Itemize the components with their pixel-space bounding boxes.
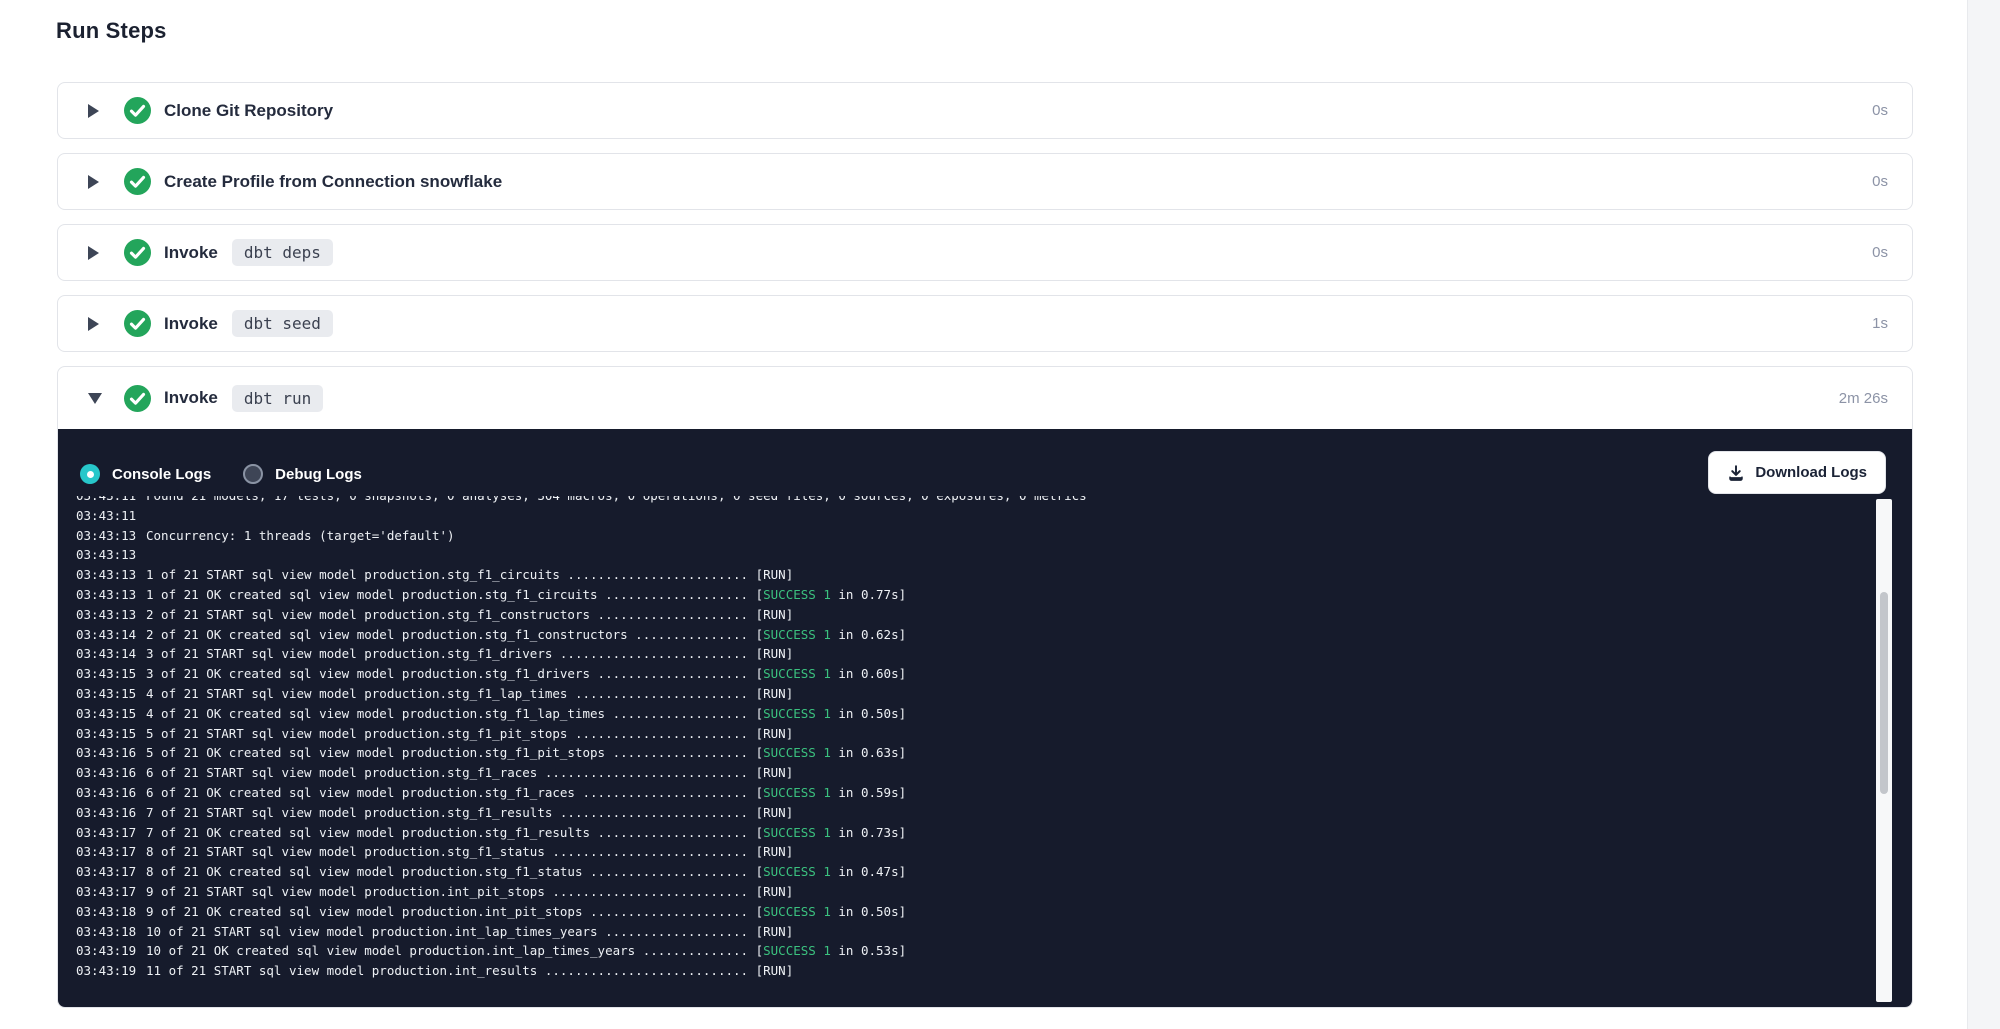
step-label: Clone Git Repository: [164, 101, 333, 121]
step-label: Create Profile from Connection snowflake: [164, 172, 502, 192]
chevron-right-icon[interactable]: [88, 316, 102, 332]
log-line: 03:43:177 of 21 OK created sql view mode…: [76, 823, 1886, 843]
step-label: Invoke: [164, 314, 218, 334]
right-panel-edge: [1967, 0, 2000, 1029]
step-card-dbt-run: Invoke dbt run 2m 26s Console Logs Debug…: [57, 366, 1913, 1008]
chevron-right-icon[interactable]: [88, 103, 102, 119]
log-line: 03:43:154 of 21 OK created sql view mode…: [76, 704, 1886, 724]
log-line: 03:43:165 of 21 OK created sql view mode…: [76, 743, 1886, 763]
log-line: 03:43:11: [76, 506, 1886, 526]
log-line: 03:43:1810 of 21 START sql view model pr…: [76, 922, 1886, 942]
step-card-create-profile: Create Profile from Connection snowflake…: [57, 153, 1913, 210]
step-duration: 0s: [1872, 173, 1888, 190]
log-line: 03:43:132 of 21 START sql view model pro…: [76, 605, 1886, 625]
log-scrollbar-track[interactable]: [1876, 499, 1892, 1002]
step-duration: 0s: [1872, 102, 1888, 119]
success-check-icon: [124, 385, 151, 412]
step-card-clone-git: Clone Git Repository 0s: [57, 82, 1913, 139]
log-line: 03:43:143 of 21 START sql view model pro…: [76, 644, 1886, 664]
log-line: 03:43:189 of 21 OK created sql view mode…: [76, 902, 1886, 922]
log-line: 03:43:131 of 21 START sql view model pro…: [76, 565, 1886, 585]
log-line: 03:43:13: [76, 545, 1886, 565]
log-viewport[interactable]: 03:43:11Found 21 models, 17 tests, 0 sna…: [76, 496, 1886, 994]
step-command-badge: dbt deps: [232, 239, 333, 266]
step-command-badge: dbt run: [232, 385, 323, 412]
log-line: 03:43:167 of 21 START sql view model pro…: [76, 803, 1886, 823]
step-label: Invoke: [164, 243, 218, 263]
step-row[interactable]: Clone Git Repository 0s: [58, 83, 1912, 138]
step-row[interactable]: Invoke dbt run 2m 26s: [58, 367, 1912, 429]
run-steps-page: Run Steps Clone Git Repository 0s Create…: [0, 0, 2000, 1029]
step-command-badge: dbt seed: [232, 310, 333, 337]
log-line: 03:43:166 of 21 START sql view model pro…: [76, 763, 1886, 783]
download-logs-label: Download Logs: [1755, 464, 1867, 481]
log-line: 03:43:155 of 21 START sql view model pro…: [76, 724, 1886, 744]
log-line: 03:43:1910 of 21 OK created sql view mod…: [76, 941, 1886, 961]
run-steps-list: Clone Git Repository 0s Create Profile f…: [57, 82, 1913, 1008]
step-duration: 1s: [1872, 315, 1888, 332]
download-icon: [1727, 464, 1745, 482]
log-line: 03:43:142 of 21 OK created sql view mode…: [76, 625, 1886, 645]
success-check-icon: [124, 97, 151, 124]
step-row[interactable]: Invoke dbt deps 0s: [58, 225, 1912, 280]
log-lines: 03:43:11Found 21 models, 17 tests, 0 sna…: [76, 496, 1886, 981]
log-line: 03:43:13Concurrency: 1 threads (target='…: [76, 526, 1886, 546]
log-type-tabs: Console Logs Debug Logs: [80, 464, 362, 484]
log-line: 03:43:178 of 21 START sql view model pro…: [76, 842, 1886, 862]
log-line: 03:43:131 of 21 OK created sql view mode…: [76, 585, 1886, 605]
success-check-icon: [124, 168, 151, 195]
log-line: 03:43:179 of 21 START sql view model pro…: [76, 882, 1886, 902]
log-line: 03:43:166 of 21 OK created sql view mode…: [76, 783, 1886, 803]
step-card-dbt-deps: Invoke dbt deps 0s: [57, 224, 1913, 281]
chevron-down-icon[interactable]: [88, 390, 102, 406]
console-logs-label: Console Logs: [112, 466, 211, 483]
debug-logs-group: Debug Logs: [243, 464, 362, 484]
chevron-right-icon[interactable]: [88, 245, 102, 261]
step-row[interactable]: Invoke dbt seed 1s: [58, 296, 1912, 351]
log-line: 03:43:1911 of 21 START sql view model pr…: [76, 961, 1886, 981]
page-title: Run Steps: [56, 18, 167, 44]
log-line: 03:43:153 of 21 OK created sql view mode…: [76, 664, 1886, 684]
log-scrollbar-thumb[interactable]: [1880, 592, 1888, 794]
log-line: 03:43:11Found 21 models, 17 tests, 0 sna…: [76, 496, 1886, 506]
download-logs-button[interactable]: Download Logs: [1708, 451, 1886, 494]
log-line: 03:43:178 of 21 OK created sql view mode…: [76, 862, 1886, 882]
step-label: Invoke: [164, 388, 218, 408]
step-row[interactable]: Create Profile from Connection snowflake…: [58, 154, 1912, 209]
log-line: 03:43:154 of 21 START sql view model pro…: [76, 684, 1886, 704]
console-panel: Console Logs Debug Logs Download Logs: [58, 429, 1912, 1007]
debug-logs-radio[interactable]: [243, 464, 263, 484]
step-duration: 2m 26s: [1839, 390, 1888, 407]
success-check-icon: [124, 239, 151, 266]
step-duration: 0s: [1872, 244, 1888, 261]
success-check-icon: [124, 310, 151, 337]
step-card-dbt-seed: Invoke dbt seed 1s: [57, 295, 1913, 352]
console-logs-radio[interactable]: [80, 464, 100, 484]
chevron-right-icon[interactable]: [88, 174, 102, 190]
debug-logs-label: Debug Logs: [275, 466, 362, 483]
